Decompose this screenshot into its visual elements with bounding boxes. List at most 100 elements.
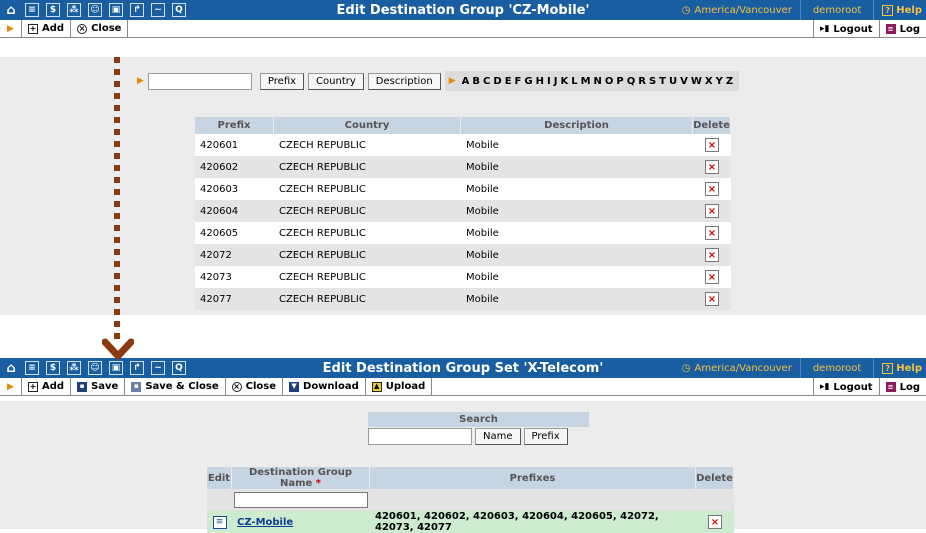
logout-button[interactable]: ▸▮ Logout xyxy=(812,20,879,38)
letter-a[interactable]: A xyxy=(462,76,470,87)
network-icon[interactable]: ⁂ xyxy=(67,361,81,375)
dollar-icon[interactable]: $ xyxy=(46,3,60,17)
letter-w[interactable]: W xyxy=(691,76,702,87)
delete-icon[interactable]: × xyxy=(705,138,719,152)
letter-g[interactable]: G xyxy=(524,76,532,87)
route-icon[interactable]: ↱ xyxy=(130,3,144,17)
letter-f[interactable]: F xyxy=(515,76,522,87)
help-link[interactable]: ? Help xyxy=(874,362,926,374)
help-link[interactable]: ? Help xyxy=(874,4,926,16)
group-name-link[interactable]: CZ-Mobile xyxy=(237,517,293,528)
letter-e[interactable]: E xyxy=(505,76,512,87)
close-icon: × xyxy=(77,23,88,34)
menu-arrow-icon[interactable]: ▶ xyxy=(0,19,22,38)
country-filter-button[interactable]: Country xyxy=(308,72,364,90)
prefix-search-button[interactable]: Prefix xyxy=(523,428,568,445)
col-prefix: Prefix xyxy=(195,117,274,134)
description-filter-button[interactable]: Description xyxy=(367,72,441,90)
chart-icon[interactable]: ~ xyxy=(151,361,165,375)
delete-icon[interactable]: × xyxy=(705,248,719,262)
delete-icon[interactable]: × xyxy=(705,270,719,284)
letter-i[interactable]: I xyxy=(547,76,551,87)
log-icon: ≡ xyxy=(885,24,896,34)
table-row: 420602 CZECH REPUBLIC Mobile × xyxy=(195,156,731,178)
save-close-button[interactable]: ▪ Save & Close xyxy=(125,377,226,396)
logout-button[interactable]: ▸▮ Logout xyxy=(812,378,879,396)
home-icon[interactable]: ⌂ xyxy=(4,361,18,375)
search-icon[interactable]: Q xyxy=(172,3,186,17)
delete-icon[interactable]: × xyxy=(705,204,719,218)
user-link[interactable]: demoroot xyxy=(801,0,875,20)
edit-icon[interactable]: ≡ xyxy=(212,515,227,529)
letter-y[interactable]: Y xyxy=(716,76,723,87)
close-button[interactable]: × Close xyxy=(226,377,284,396)
menu-arrow-icon[interactable]: ▶ xyxy=(0,377,22,396)
save-button[interactable]: ▪ Save xyxy=(71,377,126,396)
letter-h[interactable]: H xyxy=(536,76,544,87)
letter-k[interactable]: K xyxy=(560,76,568,87)
hierarchy-icon[interactable]: ▣ xyxy=(109,3,123,17)
letter-j[interactable]: J xyxy=(554,76,558,87)
letter-o[interactable]: O xyxy=(605,76,614,87)
add-button[interactable]: + Add xyxy=(22,19,72,38)
search-input[interactable] xyxy=(368,428,472,445)
filter-input[interactable] xyxy=(147,72,252,90)
letter-m[interactable]: M xyxy=(581,76,591,87)
network-icon[interactable]: ⁂ xyxy=(67,3,81,17)
letter-z[interactable]: Z xyxy=(726,76,733,87)
name-search-button[interactable]: Name xyxy=(475,428,521,445)
log-button[interactable]: ≡ Log xyxy=(878,20,926,38)
timezone-link[interactable]: ◷ America/Vancouver xyxy=(674,358,801,378)
person-icon[interactable]: ☺ xyxy=(88,3,102,17)
group-name-input[interactable] xyxy=(234,492,368,508)
letter-v[interactable]: V xyxy=(680,76,688,87)
letter-n[interactable]: N xyxy=(594,76,602,87)
letter-q[interactable]: Q xyxy=(627,76,636,87)
search-icon[interactable]: Q xyxy=(172,361,186,375)
prefixes-cell: 420601, 420602, 420603, 420604, 420605, … xyxy=(370,511,696,533)
country-cell: CZECH REPUBLIC xyxy=(274,222,461,244)
dollar-icon[interactable]: $ xyxy=(46,361,60,375)
delete-icon[interactable]: × xyxy=(705,182,719,196)
delete-icon[interactable]: × xyxy=(708,515,722,529)
description-cell: Mobile xyxy=(461,200,693,222)
alphabet-arrow-icon: ▶ xyxy=(448,76,456,86)
description-cell: Mobile xyxy=(461,266,693,288)
toolbar-2: ▶ + Add ▪ Save ▪ Save & Close × Close ▼ Downl… xyxy=(0,377,926,396)
add-button[interactable]: + Add xyxy=(22,377,72,396)
home-icon[interactable]: ⌂ xyxy=(4,3,18,17)
new-row xyxy=(207,489,734,511)
upload-button[interactable]: ▲ Upload xyxy=(366,377,433,396)
timezone-link[interactable]: ◷ America/Vancouver xyxy=(674,0,801,20)
list-icon[interactable]: ≡ xyxy=(25,3,39,17)
person-icon[interactable]: ☺ xyxy=(88,361,102,375)
delete-icon[interactable]: × xyxy=(705,292,719,306)
letter-t[interactable]: T xyxy=(659,76,666,87)
letter-c[interactable]: C xyxy=(483,76,490,87)
letter-b[interactable]: B xyxy=(472,76,480,87)
letter-p[interactable]: P xyxy=(616,76,623,87)
country-cell: CZECH REPUBLIC xyxy=(274,156,461,178)
letter-s[interactable]: S xyxy=(649,76,656,87)
delete-icon[interactable]: × xyxy=(705,226,719,240)
download-button[interactable]: ▼ Download xyxy=(283,377,366,396)
chart-icon[interactable]: ~ xyxy=(151,3,165,17)
prefix-filter-button[interactable]: Prefix xyxy=(259,72,305,90)
letter-l[interactable]: L xyxy=(571,76,577,87)
description-cell: Mobile xyxy=(461,178,693,200)
log-button[interactable]: ≡ Log xyxy=(878,378,926,396)
table-row: 42077 CZECH REPUBLIC Mobile × xyxy=(195,288,731,310)
delete-icon[interactable]: × xyxy=(705,160,719,174)
prefix-cell: 420601 xyxy=(195,134,274,156)
alphabet-filter: ▶ A B C D E F G H I J K L M N O P Q R S … xyxy=(444,71,740,91)
letter-u[interactable]: U xyxy=(669,76,677,87)
close-icon: × xyxy=(231,381,242,392)
letter-r[interactable]: R xyxy=(638,76,646,87)
list-icon[interactable]: ≡ xyxy=(25,361,39,375)
user-link[interactable]: demoroot xyxy=(801,358,875,378)
letter-d[interactable]: D xyxy=(493,76,501,87)
letter-x[interactable]: X xyxy=(705,76,713,87)
search-title: Search xyxy=(368,412,589,427)
description-cell: Mobile xyxy=(461,244,693,266)
close-button[interactable]: × Close xyxy=(71,19,129,38)
